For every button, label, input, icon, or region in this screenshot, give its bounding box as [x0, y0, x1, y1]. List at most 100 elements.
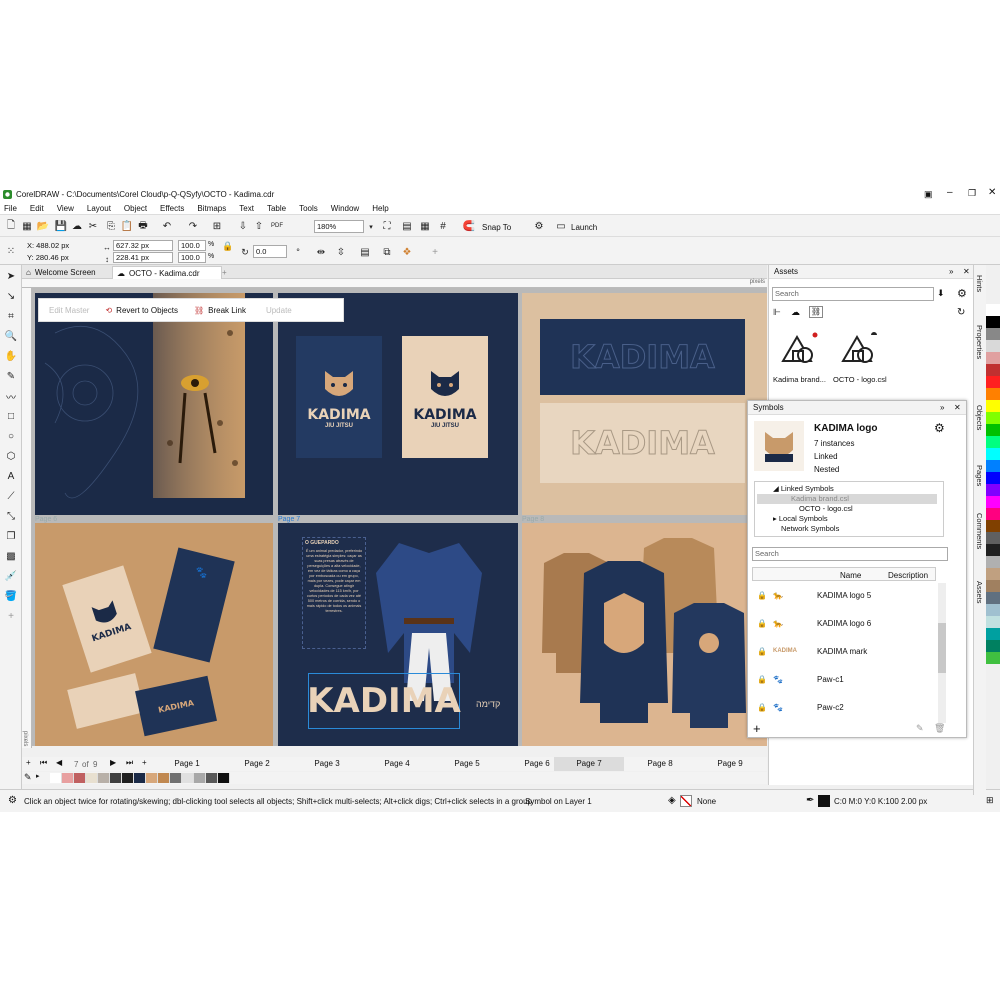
- tree-network-symbols[interactable]: Network Symbols: [781, 524, 839, 533]
- assets-link-icon[interactable]: ⛓: [809, 306, 823, 318]
- add-symbol-icon[interactable]: +: [753, 721, 761, 736]
- connector-tool-icon[interactable]: ⤡: [4, 509, 18, 523]
- palette-swatches[interactable]: [50, 773, 230, 783]
- restore-button[interactable]: ❐: [968, 188, 976, 199]
- tree-kadima-brand[interactable]: Kadima brand.csl: [791, 494, 849, 503]
- color-swatch[interactable]: [986, 616, 1000, 628]
- full-screen-icon[interactable]: ⛶: [380, 219, 394, 233]
- assets-close-icon[interactable]: ✕: [963, 267, 970, 276]
- color-swatch[interactable]: [986, 496, 1000, 508]
- color-swatch[interactable]: [986, 364, 1000, 376]
- drop-shadow-tool-icon[interactable]: ❐: [4, 529, 18, 543]
- color-swatch[interactable]: [986, 604, 1000, 616]
- status-gear-icon[interactable]: ⚙: [8, 795, 17, 806]
- lock-ratio-icon[interactable]: 🔒: [221, 239, 235, 253]
- color-swatch[interactable]: [986, 640, 1000, 652]
- zoom-level-field[interactable]: 180%: [314, 220, 364, 233]
- navy-card[interactable]: KADIMA JIU JITSU: [296, 336, 382, 458]
- page-tab-1[interactable]: Page 1: [152, 757, 222, 771]
- assets-settings-icon[interactable]: ⚙: [957, 287, 967, 300]
- business-card-back[interactable]: 🐾: [153, 547, 235, 663]
- navy-banner[interactable]: KADIMA: [540, 319, 745, 395]
- color-swatch[interactable]: [986, 304, 1000, 316]
- symbols-scrollbar[interactable]: [938, 583, 946, 723]
- page-tab-5[interactable]: Page 5: [432, 757, 502, 771]
- zoom-dropdown-icon[interactable]: ▾: [364, 220, 378, 234]
- palette-swatch[interactable]: [74, 773, 86, 783]
- asset-item-octo-logo[interactable]: OCTO - logo.csl: [833, 375, 887, 384]
- window-icon[interactable]: ▣: [924, 189, 933, 200]
- tab-comments[interactable]: Comments: [975, 513, 984, 549]
- palette-swatch[interactable]: [218, 773, 230, 783]
- shape-tool-icon[interactable]: ↘: [4, 289, 18, 303]
- polygon-tool-icon[interactable]: ⬡: [4, 449, 18, 463]
- artistic-media-icon[interactable]: 〰: [4, 389, 18, 404]
- page-gi-poster[interactable]: O GUEPARDO É um animal predador, preferi…: [278, 523, 518, 746]
- cream-banner[interactable]: KADIMA: [540, 403, 745, 483]
- color-swatch[interactable]: [986, 472, 1000, 484]
- add-icon[interactable]: +: [428, 245, 442, 259]
- width-field[interactable]: 627.32 px: [113, 240, 173, 251]
- color-swatch[interactable]: [986, 532, 1000, 544]
- symbol-settings-icon[interactable]: ⚙: [934, 421, 945, 435]
- page-business-cards[interactable]: KADIMA 🐾 KADIMA: [35, 523, 273, 746]
- object-origin-icon[interactable]: ⁙: [4, 244, 18, 258]
- palette-swatch[interactable]: [170, 773, 182, 783]
- color-swatch[interactable]: [986, 412, 1000, 424]
- color-swatch[interactable]: [986, 376, 1000, 388]
- symbol-row[interactable]: 🔒 🐾 Paw-c2: [751, 693, 936, 721]
- zoom-tool-icon[interactable]: 🔍: [4, 329, 18, 343]
- menu-window[interactable]: Window: [331, 204, 359, 213]
- color-swatch[interactable]: [986, 556, 1000, 568]
- color-swatch[interactable]: [986, 352, 1000, 364]
- menu-bitmaps[interactable]: Bitmaps: [197, 204, 226, 213]
- tab-pages[interactable]: Pages: [975, 465, 984, 486]
- color-swatch[interactable]: [986, 580, 1000, 592]
- search-content-icon[interactable]: ⊞: [210, 219, 224, 233]
- fill-none-swatch[interactable]: [680, 795, 692, 807]
- add-page-after-icon[interactable]: +: [142, 758, 147, 767]
- palette-swatch[interactable]: [122, 773, 134, 783]
- page-rashguards[interactable]: [522, 523, 767, 746]
- palette-swatch[interactable]: [134, 773, 146, 783]
- palette-menu-icon[interactable]: ▸: [36, 772, 40, 780]
- color-palette-strip[interactable]: [986, 304, 1000, 764]
- page-tab-8[interactable]: Page 8: [625, 757, 695, 771]
- assets-cloud-icon[interactable]: ☁: [791, 307, 800, 318]
- scale-x-field[interactable]: 100.0: [178, 240, 206, 251]
- tab-hints[interactable]: Hints: [975, 275, 984, 292]
- palette-swatch[interactable]: [50, 773, 62, 783]
- symbol-row[interactable]: 🔒 KADIMA KADIMA mark: [751, 637, 936, 665]
- color-swatch[interactable]: [986, 508, 1000, 520]
- asset-item-kadima-brand[interactable]: Kadima brand...: [773, 375, 826, 384]
- article-frame[interactable]: O GUEPARDO É um animal predador, preferi…: [302, 537, 366, 649]
- assets-refresh-icon[interactable]: ↻: [957, 307, 965, 318]
- business-card-front[interactable]: KADIMA: [62, 565, 152, 673]
- show-guidelines-icon[interactable]: #: [436, 219, 450, 233]
- arrange-icon[interactable]: ⧉: [380, 245, 394, 259]
- symbols-close-icon[interactable]: ✕: [954, 403, 961, 412]
- assets-search-input[interactable]: Search: [772, 287, 934, 301]
- menu-help[interactable]: Help: [372, 204, 388, 213]
- cut-icon[interactable]: ✂: [86, 219, 100, 233]
- current-page-number[interactable]: 7: [74, 760, 78, 769]
- color-swatch[interactable]: [986, 448, 1000, 460]
- symbol-row[interactable]: 🔒 🐆 KADIMA logo 6: [751, 609, 936, 637]
- color-swatch[interactable]: [986, 388, 1000, 400]
- assets-expand-icon[interactable]: »: [949, 267, 953, 276]
- tab-properties[interactable]: Properties: [975, 325, 984, 359]
- outline-color-swatch[interactable]: [818, 795, 830, 807]
- minimize-button[interactable]: –: [947, 187, 953, 198]
- business-card-small-navy[interactable]: KADIMA: [135, 675, 217, 737]
- last-page-icon[interactable]: ⏭: [126, 758, 133, 768]
- color-swatch[interactable]: [986, 520, 1000, 532]
- first-page-icon[interactable]: ⏮: [40, 758, 47, 768]
- outline-pen-icon[interactable]: ✒: [806, 795, 814, 806]
- freehand-tool-icon[interactable]: ✎: [4, 369, 18, 383]
- align-icon[interactable]: ▤: [358, 245, 372, 259]
- new-from-template-icon[interactable]: ▦: [20, 219, 34, 233]
- options-gear-icon[interactable]: ⚙: [532, 219, 546, 233]
- menu-view[interactable]: View: [57, 204, 74, 213]
- symbols-expand-icon[interactable]: »: [940, 403, 944, 412]
- page-tab-3[interactable]: Page 3: [292, 757, 362, 771]
